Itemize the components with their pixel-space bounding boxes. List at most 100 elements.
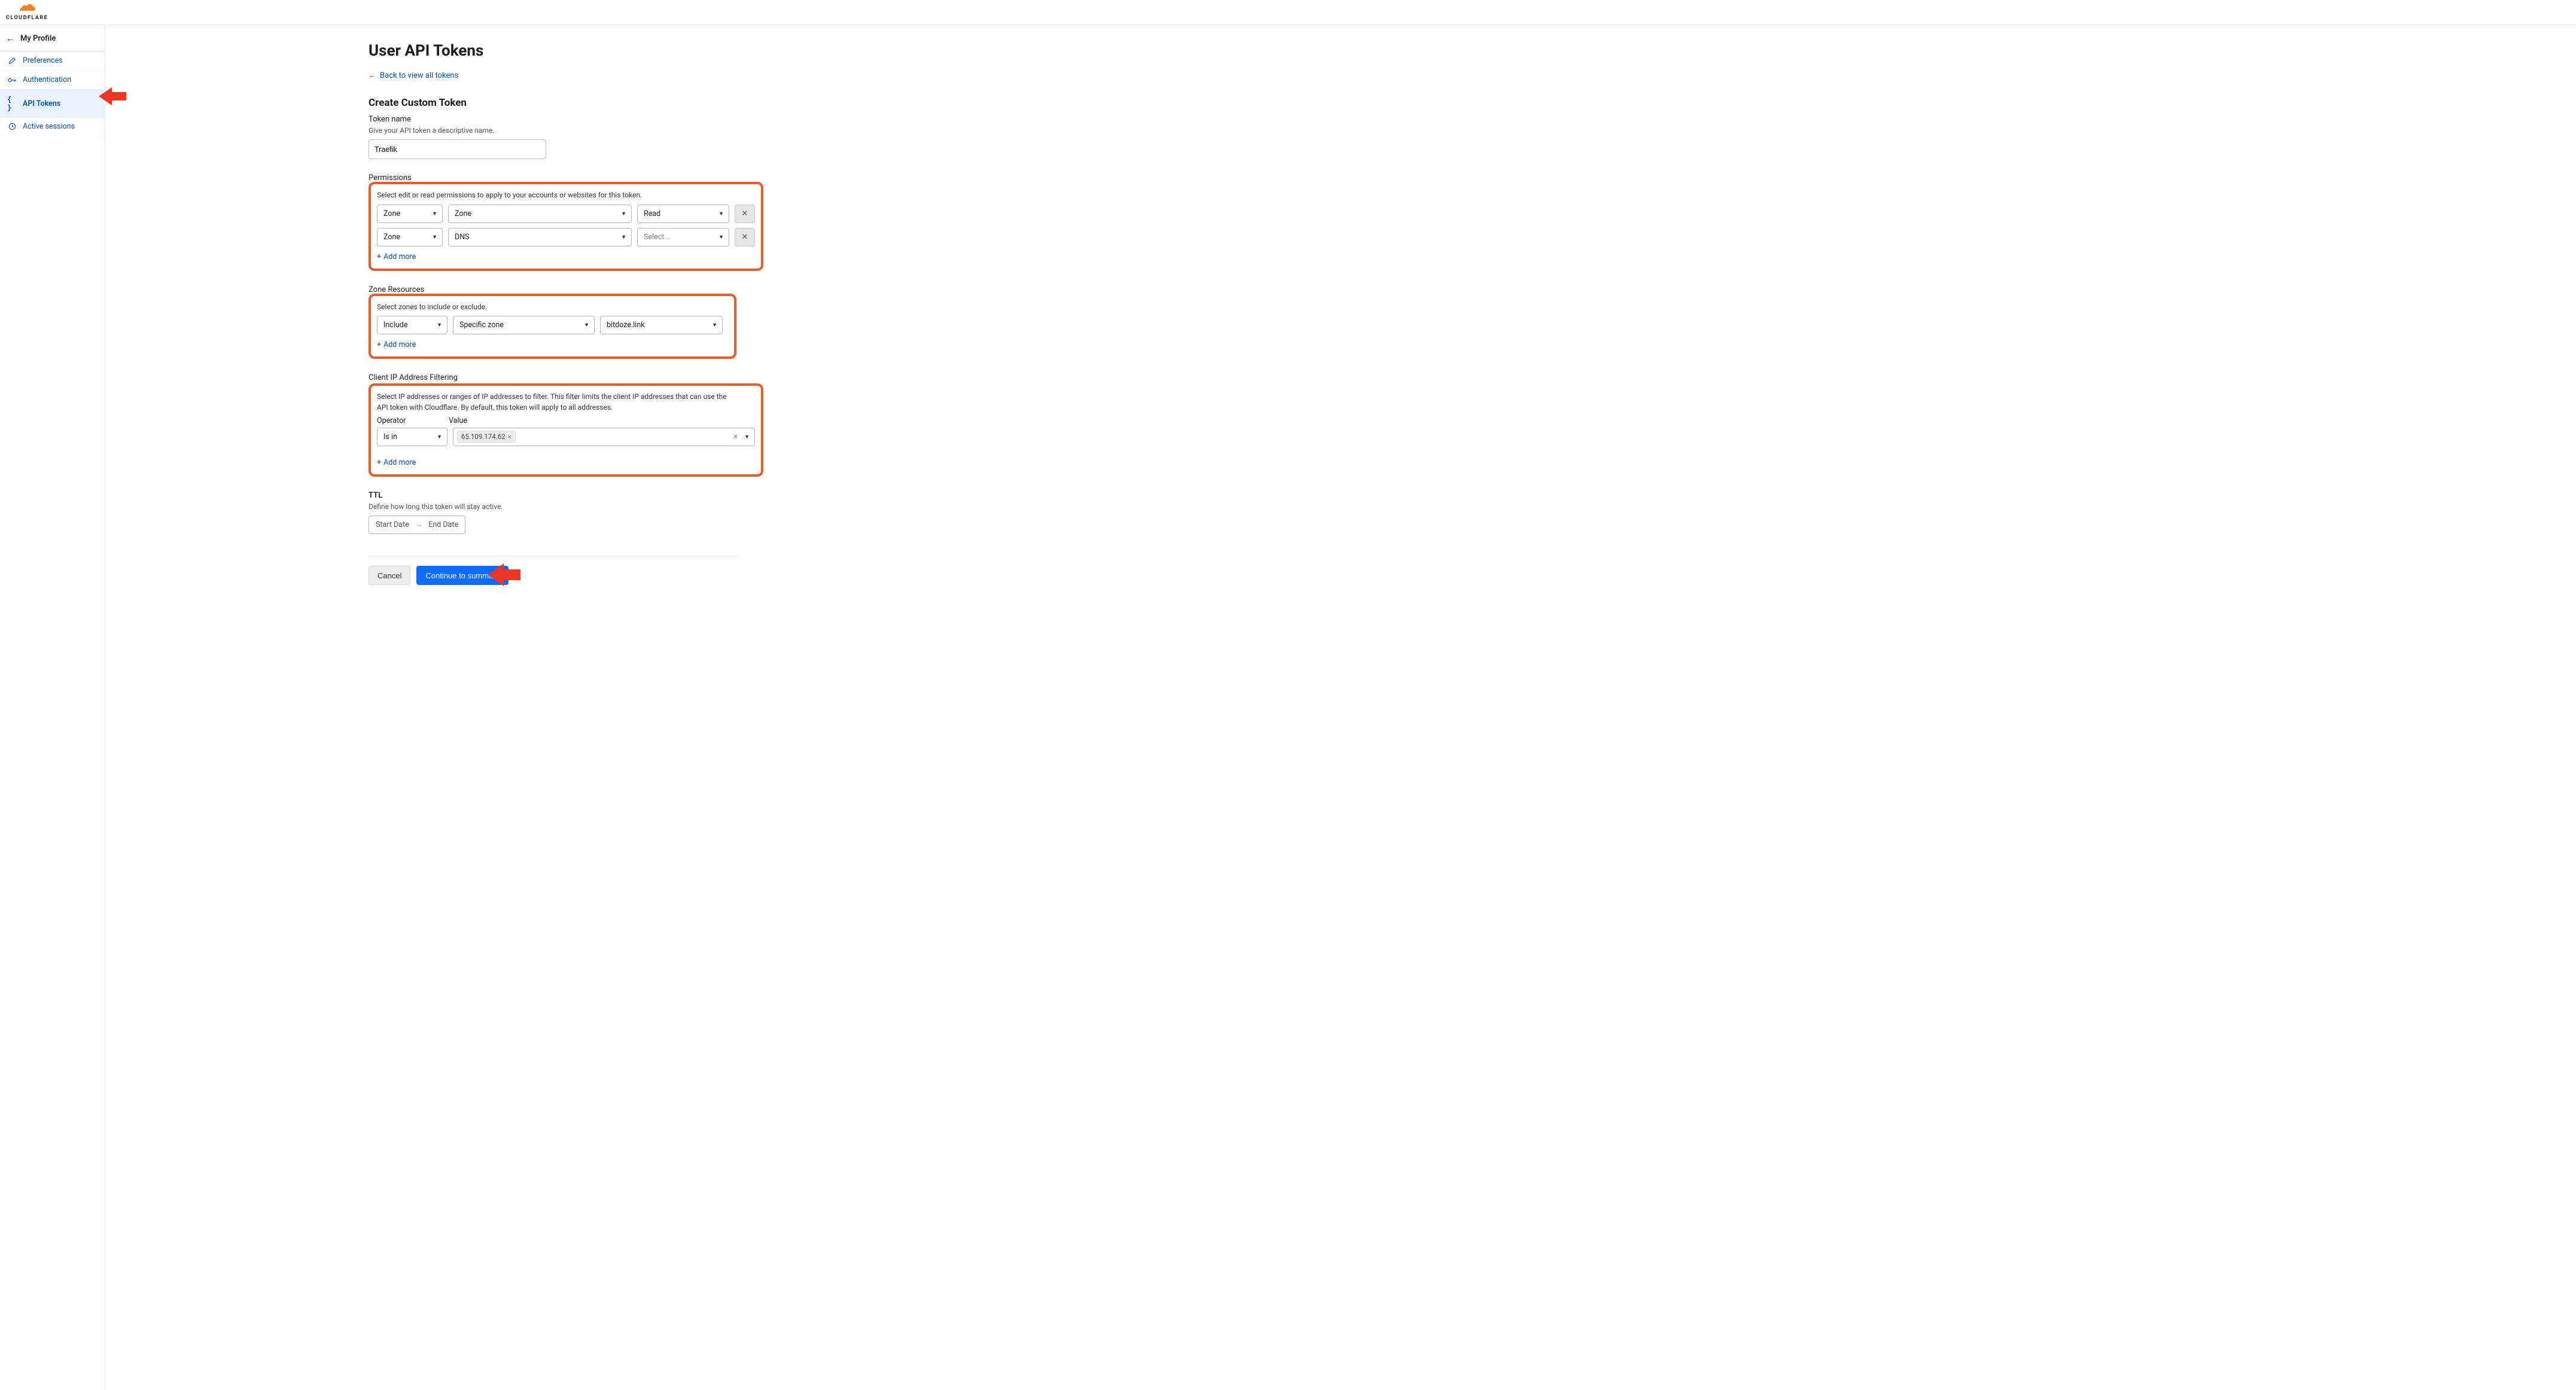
permissions-add-more-link[interactable]: + Add more bbox=[377, 252, 416, 261]
operator-col-label: Operator bbox=[377, 416, 443, 425]
cancel-text: Cancel bbox=[377, 571, 401, 580]
arrow-right-icon: → bbox=[415, 520, 423, 529]
permission-resource-select[interactable]: Zone ▼ bbox=[448, 205, 632, 223]
plus-icon: + bbox=[377, 252, 381, 261]
permission-access-select[interactable]: Select... ▼ bbox=[637, 228, 729, 246]
permission-access-select[interactable]: Read ▼ bbox=[637, 205, 729, 223]
select-value: DNS bbox=[455, 233, 470, 242]
ip-chip: 65.109.174.62 × bbox=[457, 431, 516, 443]
remove-row-button[interactable]: ✕ bbox=[735, 205, 755, 223]
profile-back-link[interactable]: ← My Profile bbox=[0, 26, 105, 51]
ip-add-more-link[interactable]: + Add more bbox=[377, 458, 416, 467]
ip-chip-text: 65.109.174.62 bbox=[461, 432, 506, 441]
ip-filter-help: Select IP addresses or ranges of IP addr… bbox=[377, 392, 736, 413]
value-col-label: Value bbox=[449, 416, 467, 425]
select-value: Zone bbox=[383, 209, 400, 218]
sidebar-label: Active sessions bbox=[23, 122, 75, 131]
zone-resources-highlight-box: Select zones to include or exclude. Incl… bbox=[369, 294, 736, 359]
caret-down-icon: ▼ bbox=[718, 234, 724, 240]
arrow-left-icon: ← bbox=[6, 33, 14, 44]
close-icon: ✕ bbox=[742, 209, 748, 218]
ip-operator-select[interactable]: Is in ▼ bbox=[377, 428, 447, 446]
caret-down-icon: ▼ bbox=[584, 322, 589, 328]
footer-actions: Cancel Continue to summary bbox=[369, 566, 739, 585]
select-value: Specific zone bbox=[459, 321, 504, 330]
plus-icon: + bbox=[377, 458, 381, 467]
chip-remove-icon[interactable]: × bbox=[508, 433, 511, 441]
sidebar-item-api-tokens[interactable]: { } API Tokens bbox=[0, 90, 105, 117]
permission-row: Zone ▼ Zone ▼ Read ▼ ✕ bbox=[377, 205, 755, 223]
permission-scope-select[interactable]: Zone ▼ bbox=[377, 228, 443, 246]
create-token-heading: Create Custom Token bbox=[369, 97, 739, 109]
back-to-all-tokens-link[interactable]: ← Back to view all tokens bbox=[369, 71, 458, 80]
select-value: Include bbox=[383, 321, 407, 330]
close-icon: ✕ bbox=[742, 233, 748, 242]
permission-resource-select[interactable]: DNS ▼ bbox=[448, 228, 632, 246]
caret-down-icon: ▼ bbox=[712, 322, 717, 328]
ttl-help: Define how long this token will stay act… bbox=[369, 502, 739, 512]
select-value: bitdoze.link bbox=[607, 321, 645, 330]
sidebar-item-authentication[interactable]: Authentication bbox=[0, 71, 105, 90]
sidebar: ← My Profile Preferences Authentication … bbox=[0, 25, 105, 1390]
permissions-heading: Permissions bbox=[369, 173, 739, 182]
select-value: Zone bbox=[383, 233, 400, 242]
main-content: User API Tokens ← Back to view all token… bbox=[105, 25, 2576, 1390]
select-value: Is in bbox=[383, 432, 397, 441]
sidebar-item-active-sessions[interactable]: Active sessions bbox=[0, 117, 105, 136]
brand-logo[interactable]: CLOUDFLARE bbox=[6, 4, 48, 21]
add-more-text: Add more bbox=[383, 458, 416, 467]
sidebar-label: Preferences bbox=[23, 56, 63, 65]
sidebar-label: Authentication bbox=[23, 75, 71, 84]
ip-filter-heading: Client IP Address Filtering bbox=[369, 373, 739, 382]
sidebar-label: API Tokens bbox=[23, 99, 60, 108]
braces-icon: { } bbox=[7, 95, 17, 112]
zone-include-select[interactable]: Include ▼ bbox=[377, 316, 447, 334]
caret-down-icon: ▼ bbox=[432, 234, 437, 240]
token-name-label: Token name bbox=[369, 115, 739, 124]
zone-add-more-link[interactable]: + Add more bbox=[377, 340, 416, 349]
permissions-highlight-box: Select edit or read permissions to apply… bbox=[369, 182, 763, 270]
caret-down-icon: ▼ bbox=[432, 211, 437, 217]
caret-down-icon: ▼ bbox=[718, 211, 724, 217]
zone-type-select[interactable]: Specific zone ▼ bbox=[453, 316, 595, 334]
add-more-text: Add more bbox=[383, 252, 416, 261]
ttl-date-range-button[interactable]: Start Date → End Date bbox=[369, 516, 465, 534]
pointer-arrow-icon bbox=[488, 562, 522, 587]
arrow-left-icon: ← bbox=[369, 71, 376, 80]
caret-down-icon[interactable]: ▼ bbox=[743, 434, 751, 440]
select-placeholder: Select... bbox=[644, 233, 670, 242]
ttl-start: Start Date bbox=[376, 520, 409, 529]
caret-down-icon: ▼ bbox=[621, 211, 626, 217]
zone-resources-help: Select zones to include or exclude. bbox=[377, 302, 728, 312]
zone-resources-heading: Zone Resources bbox=[369, 285, 739, 294]
profile-title: My Profile bbox=[20, 34, 56, 43]
caret-down-icon: ▼ bbox=[437, 434, 442, 440]
token-name-help: Give your API token a descriptive name. bbox=[369, 126, 739, 136]
ttl-end: End Date bbox=[428, 520, 458, 529]
back-link-text: Back to view all tokens bbox=[380, 71, 458, 80]
plus-icon: + bbox=[377, 340, 381, 349]
token-name-input[interactable] bbox=[369, 139, 546, 159]
clock-icon bbox=[7, 123, 17, 130]
permission-scope-select[interactable]: Zone ▼ bbox=[377, 205, 443, 223]
ip-filter-highlight-box: Select IP addresses or ranges of IP addr… bbox=[369, 383, 763, 477]
caret-down-icon: ▼ bbox=[437, 322, 442, 328]
clear-ip-icon[interactable]: × bbox=[732, 432, 739, 441]
ip-value-field[interactable]: 65.109.174.62 × × ▼ bbox=[453, 428, 755, 446]
key-icon bbox=[7, 77, 17, 83]
cancel-button[interactable]: Cancel bbox=[369, 566, 410, 585]
permissions-help: Select edit or read permissions to apply… bbox=[377, 190, 755, 200]
sidebar-item-preferences[interactable]: Preferences bbox=[0, 51, 105, 71]
page-title: User API Tokens bbox=[369, 42, 739, 60]
select-value: Read bbox=[644, 209, 660, 218]
caret-down-icon: ▼ bbox=[621, 234, 626, 240]
top-header: CLOUDFLARE bbox=[0, 0, 2576, 25]
zone-value-select[interactable]: bitdoze.link ▼ bbox=[600, 316, 723, 334]
select-value: Zone bbox=[455, 209, 471, 218]
remove-row-button[interactable]: ✕ bbox=[735, 228, 755, 246]
zone-resource-row: Include ▼ Specific zone ▼ bitdoze.link ▼ bbox=[377, 316, 728, 334]
ip-filter-row: Is in ▼ 65.109.174.62 × × ▼ bbox=[377, 428, 755, 446]
pencil-icon bbox=[7, 57, 17, 65]
pointer-arrow-icon bbox=[99, 86, 127, 107]
permission-row: Zone ▼ DNS ▼ Select... ▼ ✕ bbox=[377, 228, 755, 246]
